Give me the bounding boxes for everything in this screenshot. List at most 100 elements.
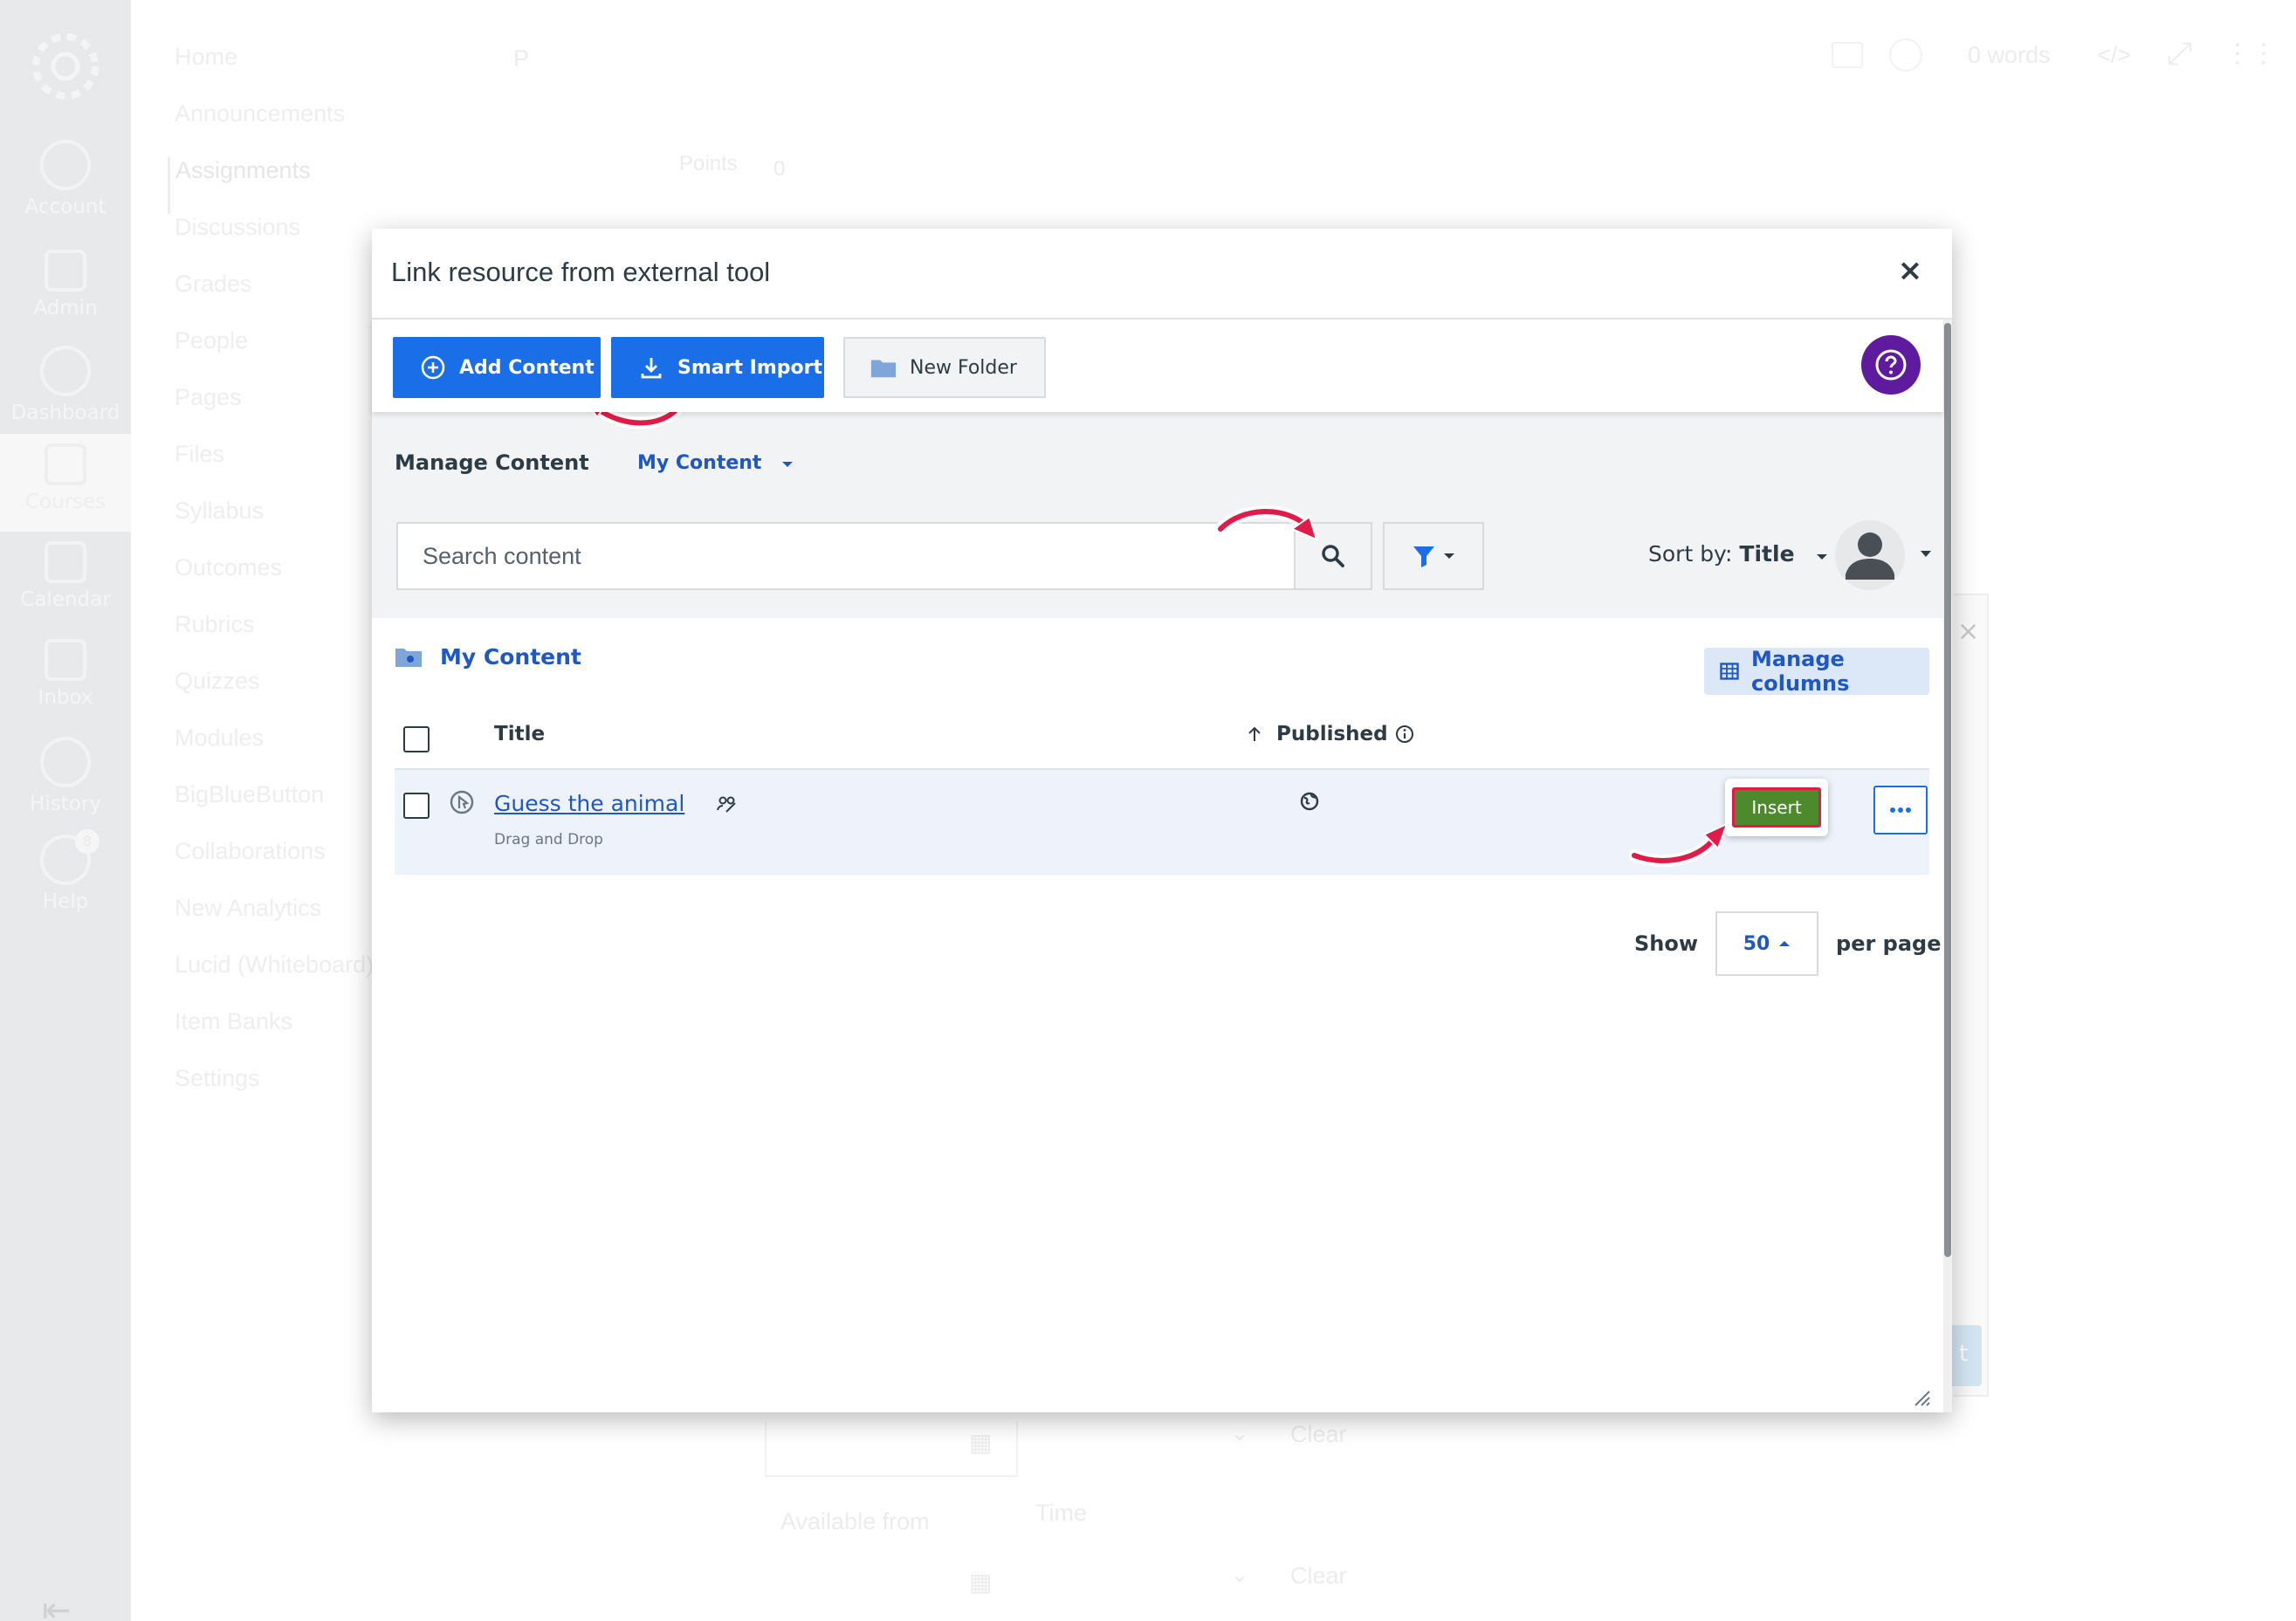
ellipsis-icon [1890,807,1911,813]
accessibility-icon[interactable] [1889,38,1922,72]
course-nav-item[interactable]: Modules [175,725,374,781]
points-label: Points [679,152,738,175]
course-nav-item[interactable]: Home [175,44,374,100]
insert-button[interactable]: Insert [1732,787,1821,828]
course-nav-item[interactable]: Pages [175,384,374,441]
breadcrumb-folder[interactable]: My Content [440,644,581,670]
manage-columns-button[interactable]: Manage columns [1704,647,1929,696]
content-toolbar: Add Content Smart Import New Folder [372,319,1943,412]
shared-users-icon [717,796,736,813]
search-button[interactable] [1294,522,1372,590]
content-title-link[interactable]: Guess the animal [494,791,684,816]
help-badge: 8 [75,829,100,854]
resize-handle-icon[interactable] [1912,1388,1931,1407]
clear-button[interactable]: Clear [1290,1563,1347,1590]
show-label: Show [1634,931,1699,956]
link-resource-modal: Link resource from external tool × Add C… [372,229,1952,1412]
content-manager: Manage Content My Content Search content… [372,412,1943,1412]
select-all-checkbox[interactable] [403,726,430,752]
global-nav-courses[interactable]: Courses [0,443,131,513]
global-nav-account[interactable]: Account [0,140,131,218]
course-nav-item-active[interactable]: Assignments [168,157,374,214]
sort-dropdown[interactable]: Sort by: Title [1648,541,1829,567]
global-navigation: Account Admin Dashboard Courses Calendar… [0,0,131,1621]
chevron-down-icon[interactable]: ⌄ [1231,1421,1248,1446]
html-toggle[interactable]: </> [2097,42,2131,69]
new-folder-button[interactable]: New Folder [843,337,1046,398]
global-nav-inbox[interactable]: Inbox [0,639,131,709]
close-modal-button[interactable]: × [1893,253,1928,288]
course-nav-item[interactable]: BigBlueButton [175,781,374,838]
course-nav-item[interactable]: Collaborations [175,838,374,895]
course-nav-item[interactable]: Quizzes [175,668,374,725]
course-nav-item[interactable]: Rubrics [175,611,374,668]
filter-button[interactable] [1383,522,1484,590]
table-header: Title Published [395,709,1929,766]
course-nav-item[interactable]: Announcements [175,100,374,157]
scrollbar-thumb[interactable] [1944,323,1951,1257]
info-icon [1395,725,1413,743]
course-nav-item[interactable]: Outcomes [175,554,374,611]
modal-title: Link resource from external tool [391,257,771,287]
page-size-select[interactable]: 50 [1715,911,1819,976]
help-button[interactable] [1861,335,1921,395]
content-type-icon [450,790,474,814]
course-nav-item[interactable]: Grades [175,271,374,327]
book-icon [45,443,86,485]
inbox-icon [45,639,86,681]
insert-highlight: Insert [1725,779,1828,836]
course-nav-item[interactable]: Settings [175,1065,374,1122]
global-nav-history[interactable]: History [0,737,131,815]
fullscreen-icon[interactable]: ⤢ [2167,35,2192,72]
search-icon [1322,545,1344,567]
close-icon[interactable]: × [1957,616,1979,647]
keyboard-icon[interactable] [1832,42,1863,68]
manage-content-label: Manage Content [395,450,589,475]
content-scope-dropdown[interactable]: My Content [637,452,794,474]
caret-up-icon [1779,941,1791,946]
course-nav-item[interactable]: Files [175,441,374,498]
row-checkbox[interactable] [403,793,430,819]
breadcrumb: My Content [395,644,581,670]
course-nav-item[interactable]: Discussions [175,214,374,271]
editor-paragraph-label: P [513,45,530,72]
global-nav-calendar[interactable]: Calendar [0,541,131,611]
caret-down-icon[interactable] [1919,550,1933,559]
smart-import-button[interactable]: Smart Import [611,337,824,398]
calendar-icon[interactable]: ▦ [969,1428,992,1457]
course-nav-item[interactable]: New Analytics [175,895,374,951]
background-dialog-edge: × t [1936,594,1989,1397]
modal-header: Link resource from external tool × [372,229,1952,319]
more-options-button[interactable] [1873,786,1928,835]
column-title[interactable]: Title [494,723,545,745]
calendar-icon[interactable]: ▦ [969,1568,992,1597]
per-page-label: per page [1836,931,1942,956]
table-icon [1720,663,1739,680]
course-nav-item[interactable]: People [175,327,374,384]
course-nav-item[interactable]: Syllabus [175,498,374,554]
course-nav-item[interactable]: Lucid (Whiteboard) [175,951,374,1008]
content-type-label: Drag and Drop [494,831,603,848]
course-nav-item[interactable]: Item Banks [175,1008,374,1065]
global-nav-admin[interactable]: Admin [0,250,131,319]
add-content-button[interactable]: Add Content [393,337,601,398]
plus-circle-icon [419,354,447,381]
word-count: 0 words [1968,42,2051,68]
chevron-down-icon[interactable]: ⌄ [1231,1563,1248,1588]
drag-handle-icon[interactable]: ⋮⋮ [2224,38,2277,69]
user-avatar[interactable] [1835,520,1905,590]
clear-button[interactable]: Clear [1290,1421,1347,1448]
global-nav-dashboard[interactable]: Dashboard [0,346,131,424]
points-value: 0 [773,157,786,181]
global-nav-help[interactable]: Help 8 [0,829,131,913]
folder-open-icon [395,648,422,667]
question-icon [1875,349,1907,381]
download-icon [637,354,665,381]
table-row: Guess the animal Drag and Drop Insert [395,768,1929,875]
search-input[interactable]: Search content [396,522,1296,590]
shield-icon [45,250,86,292]
clock-icon [40,737,91,787]
collapse-nav-icon[interactable]: ⇤ [42,1590,72,1621]
column-published[interactable]: Published [1248,723,1414,745]
course-navigation: Home Announcements Assignments Discussio… [168,44,374,1122]
